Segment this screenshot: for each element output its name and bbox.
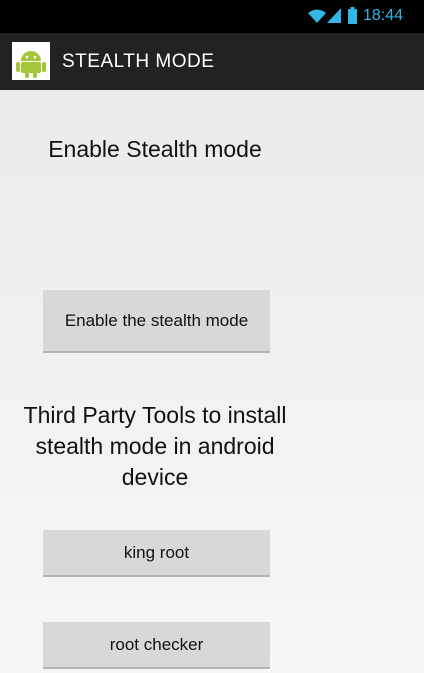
king-root-button[interactable]: king root [43, 530, 270, 577]
root-checker-button[interactable]: root checker [43, 622, 270, 669]
signal-icon [327, 8, 341, 23]
status-bar: 18:44 [0, 0, 424, 33]
third-party-tools-heading: Third Party Tools to install stealth mod… [23, 402, 287, 490]
wifi-icon [308, 9, 326, 23]
action-bar: STEALTH MODE [0, 33, 424, 90]
app-title: STEALTH MODE [62, 51, 215, 72]
android-icon[interactable] [12, 42, 50, 80]
clock: 18:44 [363, 7, 404, 24]
battery-icon [348, 7, 357, 24]
main-content: Enable Stealth mode Enable the stealth m… [0, 90, 424, 673]
enable-stealth-button[interactable]: Enable the stealth mode [43, 290, 270, 353]
enable-stealth-heading: Enable Stealth mode [48, 136, 262, 162]
